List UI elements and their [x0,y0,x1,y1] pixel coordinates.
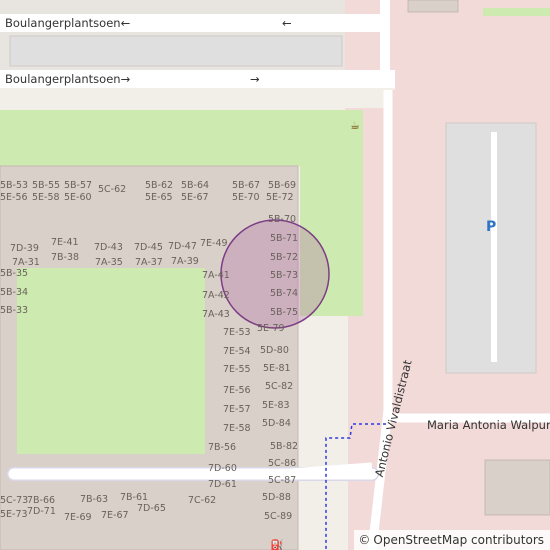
house-number-label: 7E-53 [223,327,251,338]
house-number-label: 7D-45 [134,242,163,253]
house-number-label: 5B-55 [32,180,61,191]
house-number-label: 7D-65 [137,503,166,514]
house-number-label: 7A-43 [202,309,230,320]
house-number-label: 7A-41 [202,270,230,281]
house-number-label: 5B-62 [145,180,174,191]
house-number-label: 7E-58 [223,423,251,434]
house-number-label: 7A-35 [95,257,123,268]
house-number-label: 7E-67 [101,510,129,521]
house-number-label: 5C-73 [0,495,29,506]
road-vertical-top [380,0,390,70]
house-number-label: 5E-81 [263,363,291,374]
house-number-label: 7B-66 [27,495,56,506]
house-number-label: 5E-83 [262,400,290,411]
cafe-icon: ☕ [350,119,360,132]
street-label-maria-antonia: Maria Antonia Walpurgi [427,418,550,432]
street-label-boulangerplantsoen-2: Boulangerplantsoen→ [5,72,131,86]
house-number-label: 5E-65 [145,192,173,203]
house-number-label: 7B-63 [80,494,109,505]
attribution-link[interactable]: OpenStreetMap contributors [373,533,544,547]
house-number-label: 7A-42 [202,290,230,301]
house-number-label: 5E-73 [0,509,28,520]
house-number-label: 5B-82 [270,441,299,452]
house-number-label: 5C-89 [264,511,293,522]
house-number-label: 5B-35 [0,268,29,279]
commercial-strip [390,55,550,69]
grass-north [0,110,363,166]
house-number-label: 7A-39 [171,256,199,267]
path-strip [300,316,348,550]
oneway-arrow-right: → [250,72,260,86]
house-number-label: 5B-67 [232,180,261,191]
building-top-right [407,0,459,13]
house-number-label: 5B-64 [181,180,210,191]
house-number-label: 5E-60 [64,192,92,203]
house-number-label: 5B-70 [268,214,297,225]
house-number-label: 7A-31 [12,257,40,268]
house-number-label: 7E-41 [51,237,79,248]
house-number-label: 5E-67 [181,192,209,203]
house-number-label: 7A-37 [135,257,163,268]
fuel-icon: ⛽ [270,539,284,550]
house-number-label: 5E-58 [32,192,60,203]
house-number-label: 7B-56 [208,442,237,453]
house-number-label: 5C-86 [268,458,297,469]
house-number-label: 5E-72 [266,192,294,203]
house-number-label: 7D-71 [27,506,56,517]
house-number-label: 5B-71 [270,233,299,244]
house-number-label: 5E-56 [0,192,28,203]
house-number-label: 5B-73 [270,270,299,281]
grass-top-right [483,8,550,16]
house-number-label: 7C-62 [188,495,217,506]
house-number-label: 7D-39 [10,243,39,254]
house-number-label: 5B-53 [0,180,29,191]
house-number-label: 7E-69 [64,512,92,523]
house-number-label: 7E-55 [223,364,251,375]
copyright-symbol: © [358,532,371,547]
house-number-label: 5E-79 [257,323,285,334]
house-number-label: 5B-34 [0,287,29,298]
footway-strip [0,88,395,108]
house-number-label: 7E-57 [223,404,251,415]
house-number-label: 7D-61 [208,479,237,490]
house-number-label: 7E-49 [200,238,228,249]
house-number-label: 5C-82 [265,381,294,392]
building-bottom-right [484,459,550,516]
house-number-label: 5D-88 [262,492,291,503]
map-canvas[interactable]: Boulangerplantsoen← ← Boulangerplantsoen… [0,0,550,550]
house-number-label: 5D-84 [262,418,291,429]
house-number-label: 5D-80 [260,345,289,356]
house-number-label: 5B-33 [0,305,29,316]
house-number-label: 5E-70 [232,192,260,203]
house-number-label: 5B-75 [270,307,299,318]
house-number-label: 7E-54 [223,346,251,357]
house-number-label: 7E-56 [223,385,251,396]
oneway-arrow-left: ← [282,16,292,30]
parking-aisle [491,132,497,362]
garden-courtyard [17,268,205,454]
house-number-label: 5B-69 [268,180,297,191]
street-label-boulangerplantsoen-top: Boulangerplantsoen← [5,16,131,30]
house-number-label: 7D-43 [94,242,123,253]
house-number-label: 5B-57 [64,180,93,191]
house-number-label: 5B-72 [270,252,299,263]
house-number-label: 5C-62 [98,184,127,195]
house-number-label: 5C-87 [268,475,297,486]
parking-strip [9,35,343,67]
house-number-label: 7D-47 [168,241,197,252]
house-number-label: 7B-61 [120,492,149,503]
house-number-label: 5B-74 [270,288,299,299]
house-number-label: 7D-60 [208,463,237,474]
house-number-label: 7B-38 [51,252,80,263]
attribution: © OpenStreetMap contributors [354,529,550,550]
parking-icon: P [486,219,497,235]
